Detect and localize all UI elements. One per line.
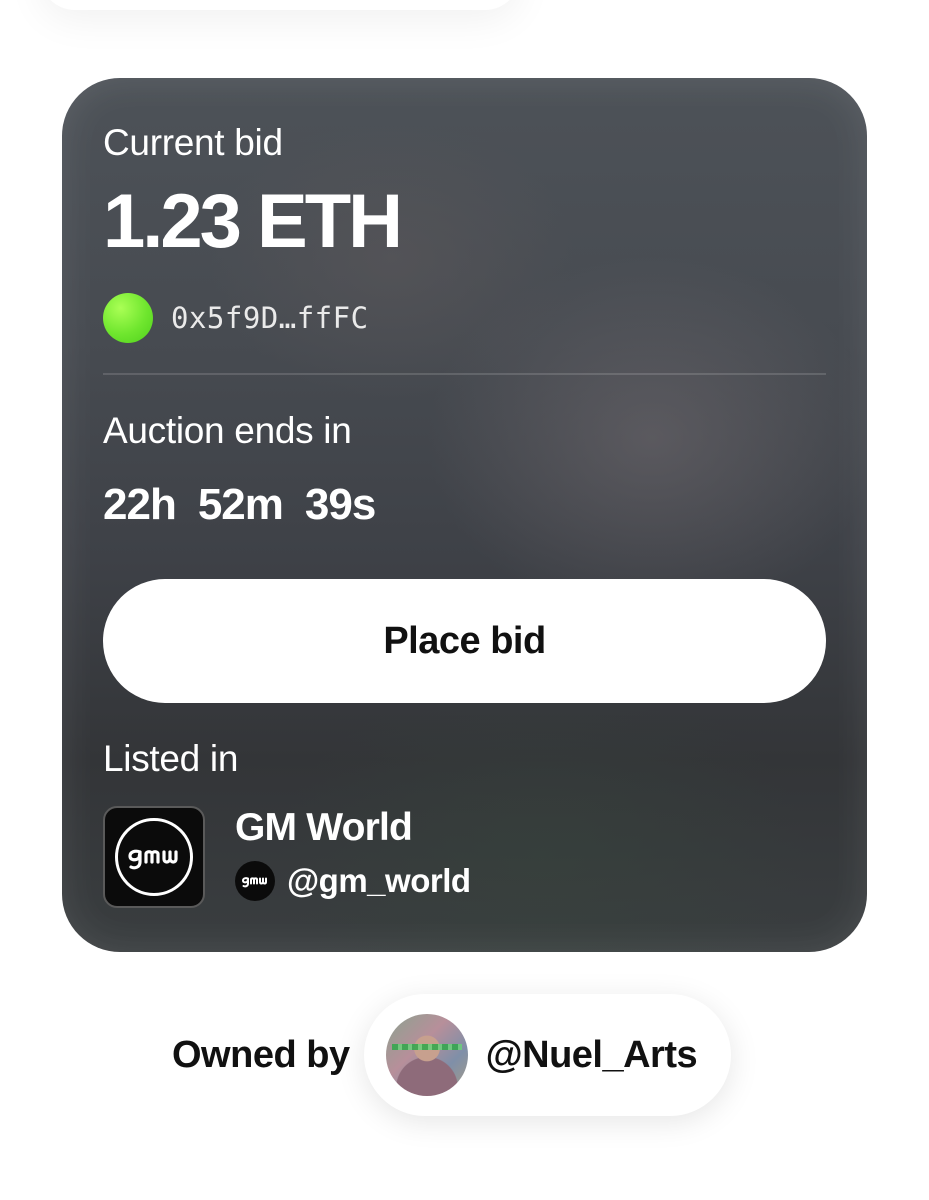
previous-section-edge [40, 0, 520, 10]
countdown-timer: 22h 52m 39s [103, 480, 376, 530]
place-bid-button[interactable]: Place bid [103, 579, 826, 703]
collection-logo[interactable] [103, 806, 205, 908]
collection-row[interactable]: GM World @gm_world [103, 806, 471, 908]
listed-in-label: Listed in [103, 738, 239, 779]
divider [103, 373, 826, 375]
bidder-address[interactable]: 0x5f9D…ffFC [171, 301, 369, 335]
owner-avatar [385, 1014, 468, 1096]
current-bid-label: Current bid [103, 122, 283, 163]
auction-ends-label: Auction ends in [103, 410, 352, 451]
countdown-minutes: 52m [197, 480, 284, 529]
collection-name[interactable]: GM World [235, 808, 471, 847]
owner-handle[interactable]: @Nuel_Arts [486, 1034, 698, 1077]
owner-pill[interactable]: @Nuel_Arts [363, 994, 732, 1116]
current-bid-amount: 1.23 ETH [103, 179, 403, 264]
owner-section: Owned by @Nuel_Arts [172, 994, 732, 1116]
collection-handle[interactable]: @gm_world [287, 862, 471, 900]
auction-card: Current bid 1.23 ETH 0x5f9D…ffFC Auction… [62, 78, 867, 952]
bidder-avatar [103, 293, 153, 343]
owned-by-label: Owned by [172, 1033, 350, 1076]
countdown-hours: 22h [103, 480, 177, 529]
countdown-seconds: 39s [304, 480, 376, 529]
collection-mini-logo-icon [235, 860, 275, 901]
bidder-row[interactable]: 0x5f9D…ffFC [103, 292, 369, 344]
